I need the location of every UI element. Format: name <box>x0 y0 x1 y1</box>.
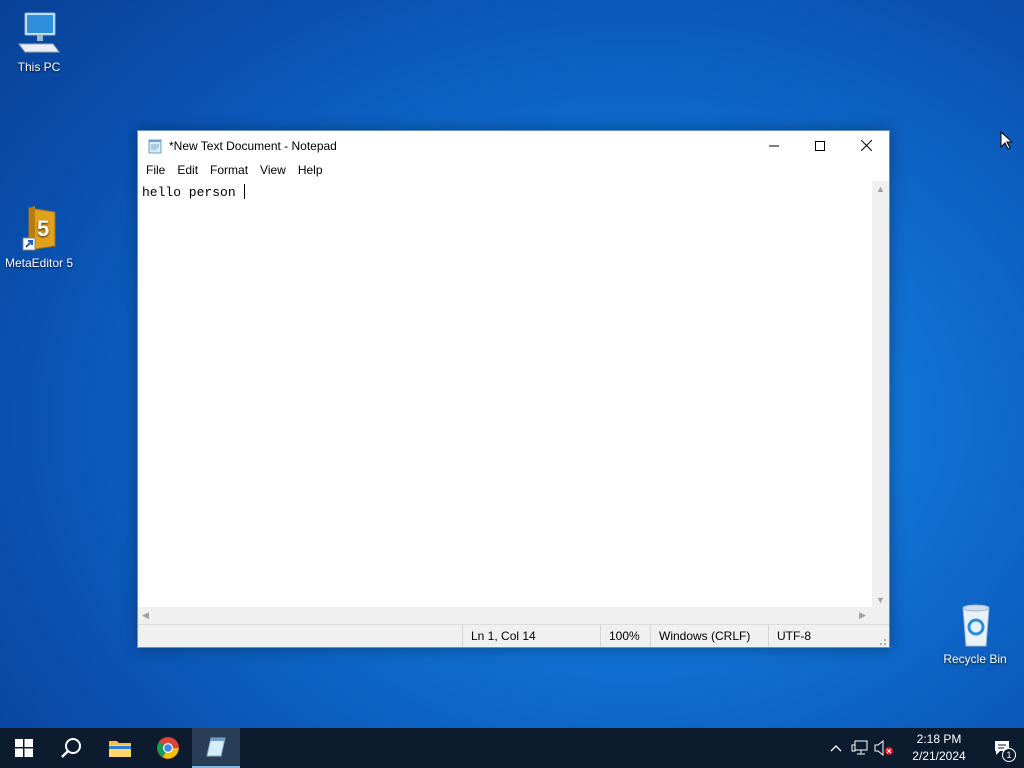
chrome-icon <box>157 737 179 759</box>
vertical-scrollbar[interactable]: ▲ ▼ <box>872 181 889 608</box>
text-caret <box>244 184 246 199</box>
close-button[interactable] <box>843 131 889 160</box>
horizontal-scrollbar[interactable]: ◀ ▶ <box>138 607 872 624</box>
show-hidden-icons-button[interactable] <box>824 728 848 768</box>
volume-muted-icon <box>874 740 893 756</box>
window-title: *New Text Document - Notepad <box>169 138 337 153</box>
system-tray: 2:18 PM 2/21/2024 1 <box>824 728 1024 768</box>
minimize-button[interactable] <box>751 131 797 160</box>
search-button[interactable] <box>48 728 96 768</box>
scroll-corner <box>872 607 889 624</box>
maximize-button[interactable] <box>797 131 843 160</box>
scroll-up-arrow-icon[interactable]: ▲ <box>876 184 885 194</box>
volume-button[interactable] <box>872 728 896 768</box>
status-bar: Ln 1, Col 14 100% Windows (CRLF) UTF-8 <box>138 624 889 647</box>
editor-area: hello person ▲ ▼ ◀ ▶ <box>138 181 889 624</box>
svg-text:5: 5 <box>37 216 49 241</box>
menu-view[interactable]: View <box>254 163 292 177</box>
network-button[interactable] <box>848 728 872 768</box>
desktop-icon-label: MetaEditor 5 <box>4 256 74 270</box>
menu-file[interactable]: File <box>140 163 171 177</box>
notepad-window[interactable]: *New Text Document - Notepad File Edit F… <box>137 130 890 648</box>
status-encoding: UTF-8 <box>768 625 872 647</box>
status-line-ending: Windows (CRLF) <box>650 625 768 647</box>
computer-icon <box>15 10 63 56</box>
title-bar[interactable]: *New Text Document - Notepad <box>138 131 889 160</box>
windows-logo-icon <box>15 739 33 757</box>
status-cursor-position: Ln 1, Col 14 <box>462 625 600 647</box>
start-button[interactable] <box>0 728 48 768</box>
scroll-right-arrow-icon[interactable]: ▶ <box>859 610 866 621</box>
close-icon <box>860 140 872 151</box>
desktop-icon-label: Recycle Bin <box>943 652 1007 666</box>
desktop-icon-recycle-bin[interactable]: Recycle Bin <box>937 602 1013 666</box>
minimize-icon <box>769 145 779 146</box>
desktop-icon-metaeditor[interactable]: 5 MetaEditor 5 <box>1 206 77 270</box>
scroll-left-arrow-icon[interactable]: ◀ <box>142 610 149 621</box>
maximize-icon <box>815 140 825 151</box>
notification-count-badge: 1 <box>1002 748 1016 762</box>
taskbar-file-explorer[interactable] <box>96 728 144 768</box>
menu-bar: File Edit Format View Help <box>138 160 889 180</box>
action-center-button[interactable]: 1 <box>982 728 1024 768</box>
chevron-up-icon <box>830 745 842 752</box>
desktop-icon-this-pc[interactable]: This PC <box>1 10 77 74</box>
clock-date: 2/21/2024 <box>912 749 966 763</box>
taskbar-notepad[interactable] <box>192 728 240 768</box>
menu-format[interactable]: Format <box>204 163 254 177</box>
recycle-bin-icon <box>951 602 999 648</box>
metaeditor-icon: 5 <box>15 206 63 252</box>
folder-icon <box>109 741 131 757</box>
search-icon <box>61 738 81 758</box>
clock-time: 2:18 PM <box>916 732 962 746</box>
menu-help[interactable]: Help <box>292 163 329 177</box>
editor-text: hello person <box>142 185 244 200</box>
taskbar: 2:18 PM 2/21/2024 1 <box>0 728 1024 768</box>
scroll-down-arrow-icon[interactable]: ▼ <box>876 595 885 605</box>
clock[interactable]: 2:18 PM 2/21/2024 <box>902 731 976 765</box>
mouse-cursor-icon <box>1000 130 1014 156</box>
network-icon <box>851 740 868 755</box>
status-zoom: 100% <box>600 625 650 647</box>
notepad-icon <box>206 737 226 757</box>
notepad-icon <box>147 138 163 154</box>
menu-edit[interactable]: Edit <box>171 163 204 177</box>
resize-grip-icon[interactable] <box>877 635 887 645</box>
text-editor[interactable]: hello person <box>138 181 872 608</box>
desktop-icon-label: This PC <box>17 60 61 74</box>
taskbar-chrome[interactable] <box>144 728 192 768</box>
